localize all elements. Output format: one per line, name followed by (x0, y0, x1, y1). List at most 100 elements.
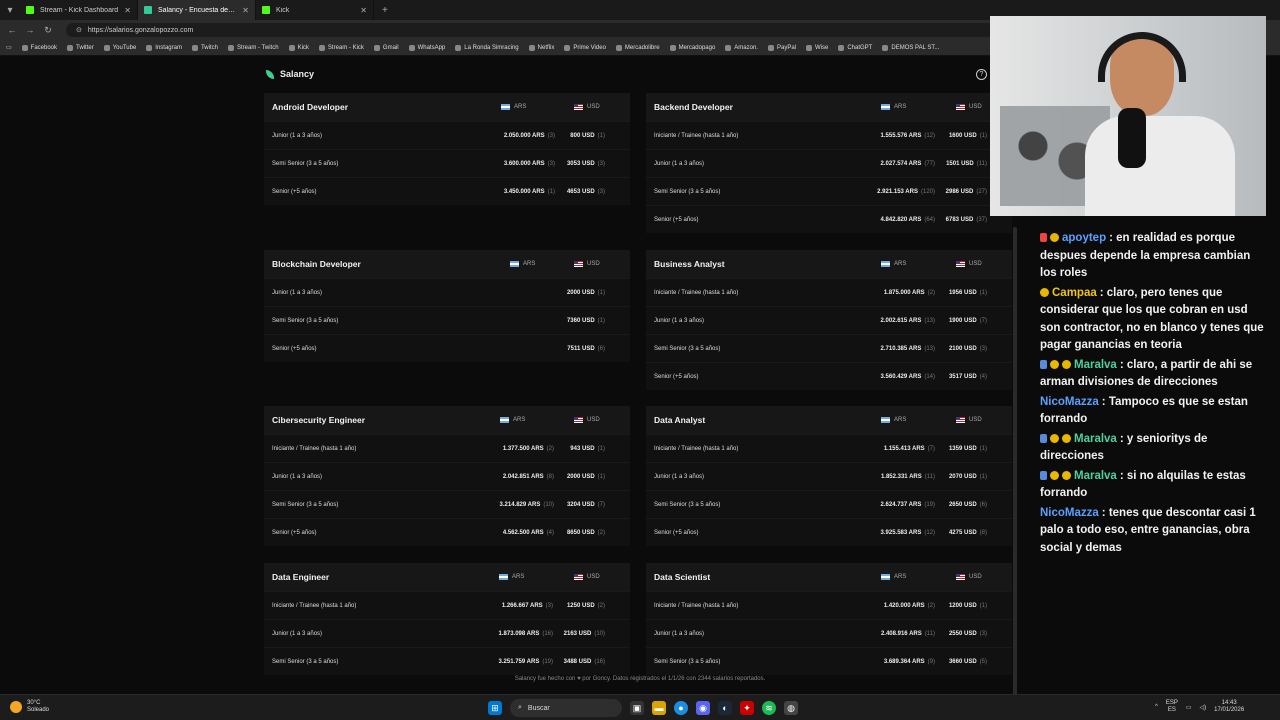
chat-username[interactable]: NicoMazza (1040, 396, 1099, 408)
role-card: Android Developer ARS USD Junior (1 a 3 año… (264, 93, 630, 205)
argentina-flag-icon (881, 261, 890, 267)
ars-salary: 2.042.851 ARS (8) (502, 473, 554, 480)
usd-salary: 1600 USD (1) (948, 132, 987, 139)
bookmark-favicon-icon (564, 44, 571, 51)
tab-kick-dashboard[interactable]: Stream - Kick Dashboard ✕ (20, 0, 138, 20)
bookmark-item[interactable]: Mercadopago (669, 44, 715, 51)
ars-column-header: ARS (881, 104, 906, 110)
spotify-icon[interactable]: ≋ (762, 701, 776, 715)
app-icon[interactable]: ✦ (740, 701, 754, 715)
role-title: Business Analyst (654, 259, 725, 269)
seniority-label: Junior (1 a 3 años) (654, 160, 705, 167)
chat-username[interactable]: apoytep (1062, 232, 1106, 244)
usd-salary: 943 USD (1) (570, 445, 605, 452)
chat-message: Maralva: si no alquilas te estas forrand… (1040, 468, 1270, 503)
usd-salary: 2000 USD (1) (566, 473, 605, 480)
salary-row: Junior (1 a 3 años) 2000 USD (1) (264, 278, 630, 306)
bookmark-item[interactable]: Gmail (373, 44, 399, 51)
file-explorer-icon[interactable]: ▬ (652, 701, 666, 715)
chat-username[interactable]: Maralva (1074, 433, 1117, 445)
role-title: Backend Developer (654, 102, 733, 112)
bookmark-item[interactable]: Stream - Twitch (227, 44, 279, 51)
seniority-label: Junior (1 a 3 años) (654, 473, 705, 480)
tab-close-icon[interactable]: ✕ (242, 6, 249, 15)
role-card: Blockchain Developer ARS USD Junior (1 a 3 … (264, 250, 630, 362)
bookmark-favicon-icon (806, 44, 812, 51)
bookmark-item[interactable]: Twitch (191, 44, 218, 51)
bookmark-item[interactable]: Prime Video (564, 44, 606, 51)
bookmark-item[interactable]: Netflix (528, 44, 555, 51)
steam-icon[interactable]: ◐ (718, 701, 732, 715)
back-icon[interactable]: ← (6, 25, 18, 35)
chevron-up-icon[interactable]: ^ (1155, 704, 1158, 710)
reload-icon[interactable]: ↻ (42, 25, 54, 36)
tab-label: Salancy - Encuesta de Salarios IT ... (158, 6, 236, 14)
bookmark-favicon-icon (408, 44, 415, 51)
bookmark-item[interactable]: La Ronda Simracing (455, 44, 519, 51)
browser-icon[interactable]: ● (674, 701, 688, 715)
bookmark-item[interactable]: Stream - Kick (318, 44, 364, 51)
clock[interactable]: 14:43 17/01/2026 (1214, 700, 1244, 714)
role-card-header: Cibersecurity Engineer ARS USD (264, 406, 630, 434)
bookmark-label: Gmail (382, 44, 399, 51)
chat-username[interactable]: Campaa (1052, 287, 1097, 299)
new-tab-button[interactable]: + (374, 5, 396, 16)
seniority-label: Junior (1 a 3 años) (272, 473, 323, 480)
weather-widget[interactable]: 30°C Soleado (10, 700, 49, 714)
chat-username[interactable]: NicoMazza (1040, 507, 1099, 519)
chat-username[interactable]: Maralva (1074, 359, 1117, 371)
usd-salary: 800 USD (1) (570, 132, 605, 139)
bookmark-item[interactable]: Mercadolibre (615, 44, 660, 51)
bookmark-item[interactable]: Amazon. (725, 44, 758, 51)
obs-icon[interactable]: ◍ (784, 701, 798, 715)
seniority-label: Semi Senior (3 a 5 años) (272, 160, 339, 167)
ars-salary: 1.852.331 ARS (11) (880, 473, 935, 480)
windows-start-icon[interactable]: ⊞ (488, 701, 502, 715)
brand[interactable]: Salancy (266, 69, 314, 79)
discord-icon[interactable]: ◉ (696, 701, 710, 715)
tab-salancy[interactable]: Salancy - Encuesta de Salarios IT ... ✕ (138, 0, 256, 20)
tab-menu-icon[interactable]: ▾ (0, 0, 20, 20)
ars-salary: 1.873.098 ARS (16) (498, 630, 553, 637)
leaf-logo-icon (266, 69, 274, 79)
language-indicator[interactable]: ESP ES (1166, 700, 1178, 714)
bookmark-item[interactable]: YouTube (103, 44, 136, 51)
bookmark-item[interactable]: Twitter (67, 44, 94, 51)
salary-row: Iniciante / Trainee (hasta 1 año) 1.420.0… (646, 591, 1012, 619)
salary-row: Junior (1 a 3 años) 2.408.916 ARS (11) 2550… (646, 619, 1012, 647)
bookmark-item[interactable]: ChatGPT (838, 44, 872, 51)
bookmark-item[interactable]: Instagram (146, 44, 182, 51)
bookmark-label: Netflix (537, 44, 555, 51)
bookmark-favicon-icon (669, 44, 676, 51)
bookmark-item[interactable]: Kick (288, 44, 309, 51)
role-title: Data Engineer (272, 572, 330, 582)
url-input[interactable]: ⊙ https://salarios.gonzalopozzo.com (66, 23, 1006, 37)
bookmark-favicon-icon (67, 44, 74, 51)
apps-icon[interactable]: ▭ (6, 44, 12, 51)
ars-salary: 2.408.916 ARS (11) (880, 630, 935, 637)
volume-icon[interactable]: ◁) (1200, 704, 1207, 711)
bookmark-item[interactable]: WhatsApp (408, 44, 445, 51)
bookmark-item[interactable]: Facebook (21, 44, 57, 51)
seniority-label: Senior (+5 años) (654, 373, 699, 380)
usd-salary: 1900 USD (7) (948, 317, 987, 324)
tab-kick[interactable]: Kick ✕ (256, 0, 374, 20)
chat-username[interactable]: Maralva (1074, 470, 1117, 482)
help-icon[interactable]: ? (976, 69, 987, 80)
task-view-icon[interactable]: ▣ (630, 701, 644, 715)
taskbar-search[interactable]: ⌕ Buscar (510, 699, 622, 717)
forward-icon[interactable]: → (24, 25, 36, 35)
site-info-icon[interactable]: ⊙ (76, 26, 82, 34)
bookmark-item[interactable]: DEMOS PAL ST... (882, 44, 939, 51)
seniority-label: Semi Senior (3 a 5 años) (654, 345, 721, 352)
network-icon[interactable]: ▭ (1186, 704, 1192, 711)
ars-salary: 1.420.000 ARS (2) (883, 602, 935, 609)
seniority-label: Junior (1 a 3 años) (272, 630, 323, 637)
bookmark-item[interactable]: Wise (806, 44, 828, 51)
bookmark-item[interactable]: PayPal (767, 44, 796, 51)
tab-close-icon[interactable]: ✕ (360, 6, 367, 15)
tab-close-icon[interactable]: ✕ (124, 6, 131, 15)
bookmark-favicon-icon (227, 44, 234, 51)
page-scrollbar[interactable] (1013, 227, 1017, 720)
chat-badge-icon (1040, 287, 1049, 297)
